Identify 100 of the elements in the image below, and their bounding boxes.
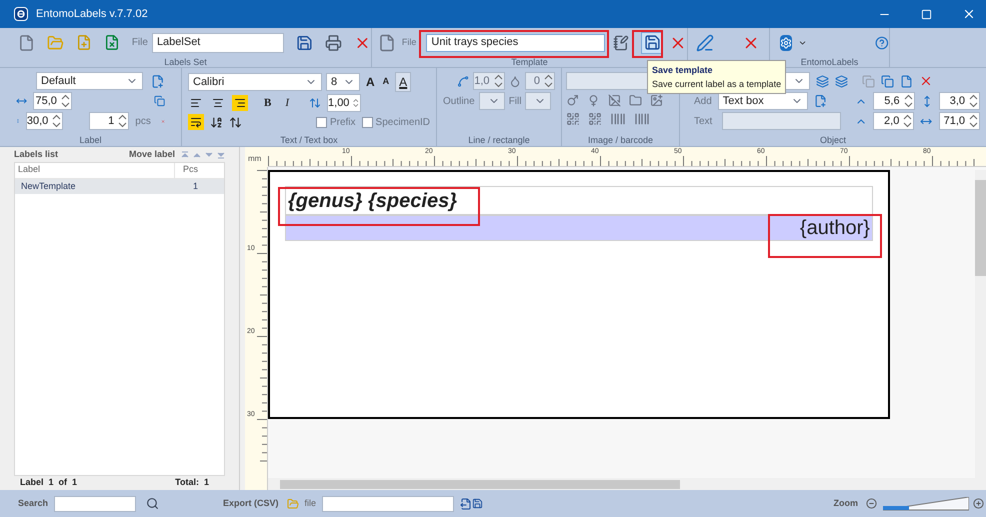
width-field[interactable]: 71,0 — [938, 112, 980, 130]
search-field[interactable] — [54, 496, 136, 512]
spinner-arrows-icon[interactable] — [904, 94, 913, 108]
spinner-arrows-icon[interactable] — [118, 114, 128, 128]
zoom-out-icon[interactable] — [866, 498, 877, 509]
fill-dropdown[interactable] — [525, 92, 552, 110]
template-file-field[interactable]: Unit trays species — [426, 34, 606, 52]
spinner-arrows-icon[interactable] — [60, 94, 70, 108]
zoom-in-icon[interactable] — [973, 498, 984, 509]
label-row[interactable]: NewTemplate 1 — [15, 179, 224, 194]
tooltip-text: Save current label as a template — [652, 78, 782, 91]
notepad-icon[interactable] — [613, 34, 630, 50]
close-icon[interactable] — [962, 7, 976, 21]
search-icon[interactable] — [146, 497, 160, 510]
group-label: Template — [510, 57, 549, 67]
checkbox-label: SpecimenID — [376, 116, 430, 130]
qr-code-icon[interactable] — [588, 112, 602, 126]
save-icon[interactable] — [472, 498, 484, 509]
male-symbol-icon[interactable] — [566, 94, 579, 107]
copy-icon[interactable] — [881, 74, 894, 88]
spinner-arrows-icon[interactable] — [52, 114, 62, 128]
folder-icon[interactable] — [629, 94, 642, 107]
spinner-arrows-icon[interactable] — [544, 74, 553, 88]
font-color-button[interactable]: A — [395, 72, 412, 92]
copy-icon[interactable] — [862, 74, 875, 88]
sort-icon[interactable] — [210, 116, 223, 128]
edit-icon[interactable] — [696, 34, 714, 52]
new-file-icon[interactable] — [18, 34, 35, 52]
file-label: file — [304, 496, 316, 510]
shrink-font-button[interactable]: A — [380, 75, 392, 89]
remove-file-icon[interactable] — [104, 34, 120, 51]
number-field[interactable]: 1,0 — [473, 72, 505, 90]
field-placeholder-text: {author} — [800, 217, 870, 239]
group-label: Line / rectangle — [467, 135, 531, 145]
move-arrows-icon[interactable] — [181, 151, 225, 159]
barcode-icon[interactable] — [634, 111, 650, 127]
labels-set-file-field[interactable]: LabelSet — [152, 32, 284, 52]
font-size-dropdown[interactable]: 8 — [326, 73, 360, 91]
align-icon — [190, 97, 202, 109]
add-file-icon[interactable] — [76, 34, 92, 51]
save-icon[interactable] — [296, 34, 314, 52]
swap-icon[interactable] — [229, 116, 242, 128]
export-icon[interactable] — [460, 498, 472, 510]
spinner-arrows-icon[interactable] — [969, 114, 978, 128]
add-label: Add — [694, 94, 712, 108]
add-file-icon[interactable] — [151, 74, 165, 88]
new-file-icon[interactable] — [378, 34, 396, 52]
qr-code-icon[interactable] — [566, 112, 580, 126]
font-dropdown[interactable]: Calibri — [188, 73, 322, 91]
group-label: Label — [78, 135, 103, 145]
spinner-arrows-icon[interactable] — [903, 114, 912, 128]
text-box[interactable]: {genus} {species} — [285, 186, 873, 215]
vertical-scrollbar-thumb[interactable] — [975, 180, 986, 276]
outline-dropdown[interactable] — [478, 92, 505, 110]
outline-label: Outline — [443, 94, 475, 108]
layer-icon[interactable] — [816, 74, 829, 88]
bold-button[interactable]: B — [264, 94, 272, 112]
layer-icon[interactable] — [835, 74, 848, 88]
spinner-arrows-icon[interactable] — [353, 96, 360, 110]
position-field[interactable]: 5,6 — [873, 92, 915, 110]
export-file-field[interactable] — [322, 496, 454, 512]
help-icon[interactable] — [875, 34, 889, 52]
height-field[interactable]: 3,0 — [938, 92, 980, 110]
column-header: Pcs — [174, 163, 208, 178]
grow-font-button[interactable]: A — [364, 73, 377, 91]
spinner-arrows-icon[interactable] — [969, 94, 978, 108]
text-box[interactable]: {author} — [285, 215, 873, 241]
window-title: EntomoLabels v.7.7.02 — [36, 6, 148, 22]
page-icon[interactable] — [900, 74, 913, 88]
checkbox[interactable] — [316, 116, 327, 128]
female-symbol-icon[interactable] — [587, 94, 600, 107]
checkbox[interactable] — [362, 116, 373, 128]
file-label: File — [132, 36, 148, 50]
save-icon — [644, 34, 661, 51]
wrap-text-button[interactable] — [188, 114, 204, 130]
horizontal-scrollbar-thumb[interactable] — [280, 480, 680, 488]
image-remove-icon[interactable] — [608, 94, 621, 107]
number-field[interactable]: 75,0 — [33, 92, 72, 110]
add-object-dropdown[interactable]: Text box — [718, 92, 808, 110]
settings-button[interactable] — [780, 34, 792, 50]
align-icon — [234, 97, 246, 109]
printer-icon[interactable] — [325, 34, 342, 52]
spinner-arrows-icon[interactable] — [494, 74, 503, 88]
barcode-icon[interactable] — [610, 111, 626, 127]
zoom-slider[interactable] — [883, 496, 969, 510]
add-file-icon[interactable] — [814, 94, 828, 108]
maximize-icon[interactable] — [921, 8, 932, 20]
align-button[interactable] — [232, 95, 248, 111]
style-dropdown[interactable]: Default — [36, 72, 144, 90]
number-field[interactable]: 30,0 — [26, 112, 64, 130]
image-add-icon[interactable] — [650, 94, 663, 107]
pcs-field[interactable]: 1 — [89, 112, 130, 130]
delete-icon[interactable] — [919, 74, 933, 88]
line-spacing-field[interactable]: 1,00 — [327, 94, 362, 112]
position-field[interactable]: 2,0 — [872, 112, 914, 130]
object-text-field[interactable] — [722, 112, 841, 130]
italic-button[interactable]: I — [285, 94, 290, 112]
number-field[interactable]: 0 — [524, 72, 555, 90]
copy-icon[interactable] — [154, 94, 165, 108]
file-label: File — [402, 36, 416, 49]
